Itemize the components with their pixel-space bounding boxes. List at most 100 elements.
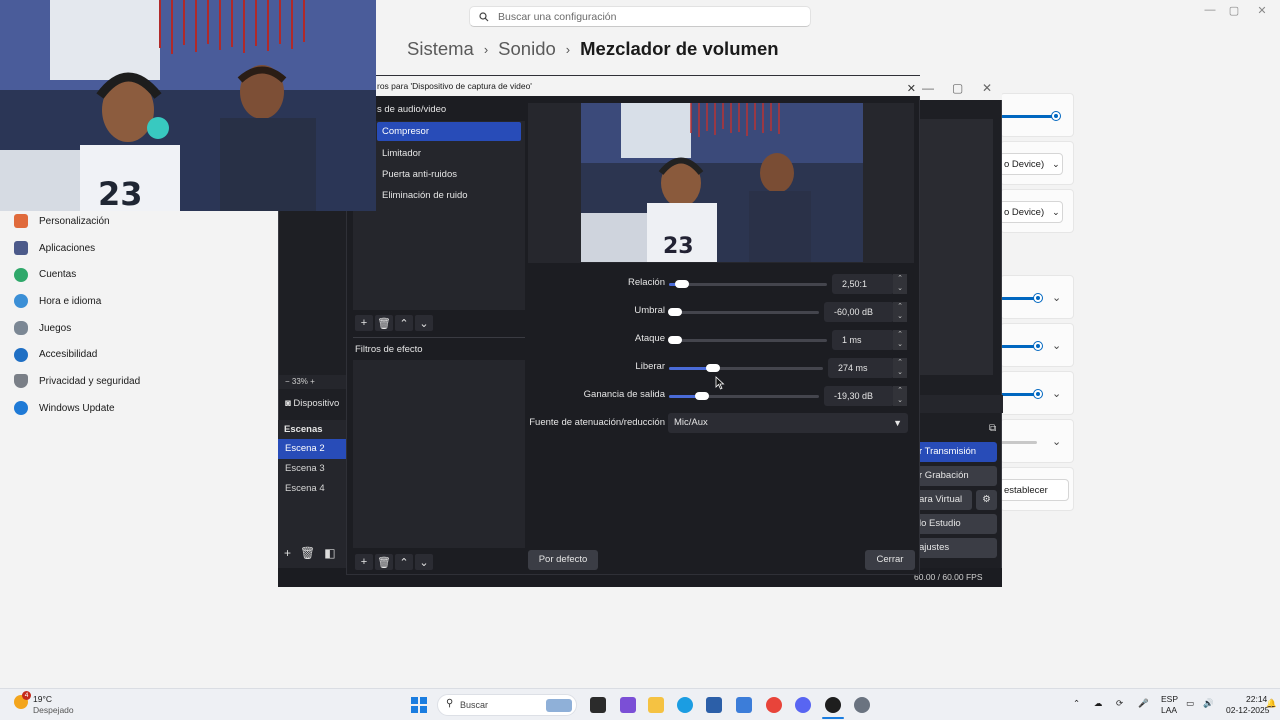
maximize-button[interactable]: ▢ <box>1220 4 1248 18</box>
spin-buttons[interactable]: ⌃ ⌄ <box>893 302 907 322</box>
edge-icon[interactable] <box>677 697 693 713</box>
chevron-down-icon[interactable]: ⌄ <box>1052 339 1061 352</box>
clock-time[interactable]: 22:14 <box>1246 694 1267 704</box>
weather-temp[interactable]: 19°C <box>33 694 52 704</box>
add-icon[interactable]: + <box>284 546 291 560</box>
liberar-slider[interactable] <box>706 364 720 372</box>
sidebar-item-personalizacion[interactable]: Personalización <box>14 208 254 235</box>
notification-icon[interactable]: 🔔 <box>1266 698 1277 709</box>
settings-button[interactable]: ajustes <box>916 538 997 558</box>
keyboard-layout[interactable]: LAA <box>1161 705 1177 715</box>
sidebar-item-accesibilidad[interactable]: Accesibilidad <box>14 341 254 368</box>
umbral-slider[interactable] <box>668 308 682 316</box>
ataque-slider[interactable] <box>668 336 682 344</box>
relacion-slider[interactable] <box>675 280 689 288</box>
umbral-spinbox[interactable]: -60,00 dB <box>824 302 894 322</box>
discord-icon[interactable] <box>795 697 811 713</box>
trash-icon[interactable]: 🗑 <box>375 554 393 570</box>
volume-icon[interactable]: 🔊 <box>1203 698 1214 709</box>
sync-icon[interactable]: ⟳ <box>1116 698 1123 709</box>
virtual-camera-button[interactable]: ara Virtual <box>916 490 972 510</box>
filter-item-limitador[interactable]: Limitador <box>377 144 521 163</box>
app-volume-slider[interactable] <box>1034 294 1042 302</box>
spin-buttons[interactable]: ⌃ ⌄ <box>893 274 907 294</box>
add-icon[interactable]: + <box>355 315 373 331</box>
update-icon <box>14 401 28 416</box>
start-streaming-button[interactable]: r Transmisión <box>916 442 997 462</box>
filter-icon[interactable]: ◧ <box>324 546 335 560</box>
sidebar-item-juegos[interactable]: Juegos <box>14 315 254 342</box>
chevron-up-icon[interactable]: ⌃ <box>1073 698 1080 709</box>
ataque-spinbox[interactable]: 1 ms <box>832 330 894 350</box>
ganancia-slider[interactable] <box>695 392 709 400</box>
chevron-down-icon[interactable]: ⌄ <box>1052 387 1061 400</box>
trash-icon[interactable]: 🗑 <box>375 315 393 331</box>
gear-icon[interactable]: ⚙ <box>976 490 997 510</box>
language-code[interactable]: ESP <box>1161 694 1178 704</box>
network-icon[interactable]: ▭ <box>1186 698 1194 709</box>
trash-icon[interactable]: 🗑 <box>300 546 315 560</box>
sidebar-item-hora[interactable]: Hora e idioma <box>14 288 254 315</box>
filter-item-puerta[interactable]: Puerta anti-ruidos <box>377 165 521 184</box>
output-device-dropdown[interactable]: o Device) ⌄ <box>999 153 1063 175</box>
close-button[interactable]: ✕ <box>1248 4 1276 18</box>
chevron-down-icon[interactable]: ⌄ <box>415 315 433 331</box>
spin-buttons[interactable]: ⌃ ⌄ <box>893 386 907 406</box>
reset-card: establecer <box>999 467 1074 511</box>
chrome-icon[interactable] <box>766 697 782 713</box>
widgets-icon[interactable] <box>620 697 636 713</box>
notification-badge: 4 <box>22 691 31 700</box>
breadcrumb-sonido[interactable]: Sonido <box>498 38 556 60</box>
add-icon[interactable]: + <box>355 554 373 570</box>
sidebar-item-privacidad[interactable]: Privacidad y seguridad <box>14 368 254 395</box>
studio-mode-button[interactable]: lo Estudio <box>916 514 997 534</box>
spin-buttons[interactable]: ⌃ ⌄ <box>893 358 907 378</box>
spin-buttons[interactable]: ⌃ ⌄ <box>893 330 907 350</box>
master-volume-slider[interactable] <box>1052 112 1060 120</box>
chevron-down-icon[interactable]: ⌄ <box>1052 435 1061 448</box>
file-explorer-icon[interactable] <box>648 697 664 713</box>
microphone-icon[interactable]: 🎤 <box>1138 698 1149 709</box>
dock-icon[interactable]: ⧉ <box>989 423 996 434</box>
reset-button[interactable]: establecer <box>999 479 1069 501</box>
store-icon[interactable] <box>706 697 722 713</box>
task-view-icon[interactable] <box>590 697 606 713</box>
filter-item-eliminacion[interactable]: Eliminación de ruido <box>377 186 521 205</box>
scene-item[interactable]: Escena 3 <box>278 459 348 479</box>
weather-condition[interactable]: Despejado <box>33 705 74 715</box>
relacion-spinbox[interactable]: 2,50:1 <box>832 274 894 294</box>
start-recording-button[interactable]: r Grabación <box>916 466 997 486</box>
sidebar-item-aplicaciones[interactable]: Aplicaciones <box>14 235 254 262</box>
settings-sidebar: Personalización Aplicaciones Cuentas Hor… <box>14 208 254 422</box>
cloud-off-icon[interactable]: ☁ <box>1094 698 1103 709</box>
sidebar-item-cuentas[interactable]: Cuentas <box>14 261 254 288</box>
start-icon[interactable] <box>411 697 427 713</box>
filter-item-compresor[interactable]: Compresor <box>377 122 521 141</box>
chevron-up-icon[interactable]: ⌃ <box>395 554 413 570</box>
ganancia-spinbox[interactable]: -19,30 dB <box>824 386 894 406</box>
close-icon[interactable]: ✕ <box>907 79 916 99</box>
scene-item[interactable]: Escena 4 <box>278 479 348 499</box>
maximize-button[interactable]: ▢ <box>952 81 963 95</box>
chevron-down-icon[interactable]: ⌄ <box>1052 291 1061 304</box>
scene-item[interactable]: Escena 2 <box>278 439 348 459</box>
minimize-button[interactable]: — <box>922 81 934 95</box>
chevron-up-icon[interactable]: ⌃ <box>395 315 413 331</box>
breadcrumb-sistema[interactable]: Sistema <box>407 38 474 60</box>
clock-date[interactable]: 02-12-2025 <box>1226 705 1269 715</box>
settings-search-input[interactable]: Buscar una configuración <box>469 6 811 27</box>
close-button[interactable]: ✕ <box>982 81 992 95</box>
settings-gear-icon[interactable] <box>854 697 870 713</box>
input-device-dropdown[interactable]: o Device) ⌄ <box>999 201 1063 223</box>
app-volume-slider[interactable] <box>1034 390 1042 398</box>
chevron-down-icon[interactable]: ⌄ <box>415 554 433 570</box>
taskbar-search[interactable]: ⚲ Buscar <box>437 694 577 716</box>
default-button[interactable]: Por defecto <box>528 550 598 570</box>
liberar-spinbox[interactable]: 274 ms <box>828 358 894 378</box>
outlook-icon[interactable] <box>736 697 752 713</box>
obs-icon[interactable] <box>825 697 841 713</box>
app-volume-slider[interactable] <box>1034 342 1042 350</box>
close-dialog-button[interactable]: Cerrar <box>865 550 915 570</box>
sidebar-item-windows-update[interactable]: Windows Update <box>14 395 254 422</box>
sidechain-source-select[interactable]: Mic/Aux ▼ <box>668 413 908 433</box>
